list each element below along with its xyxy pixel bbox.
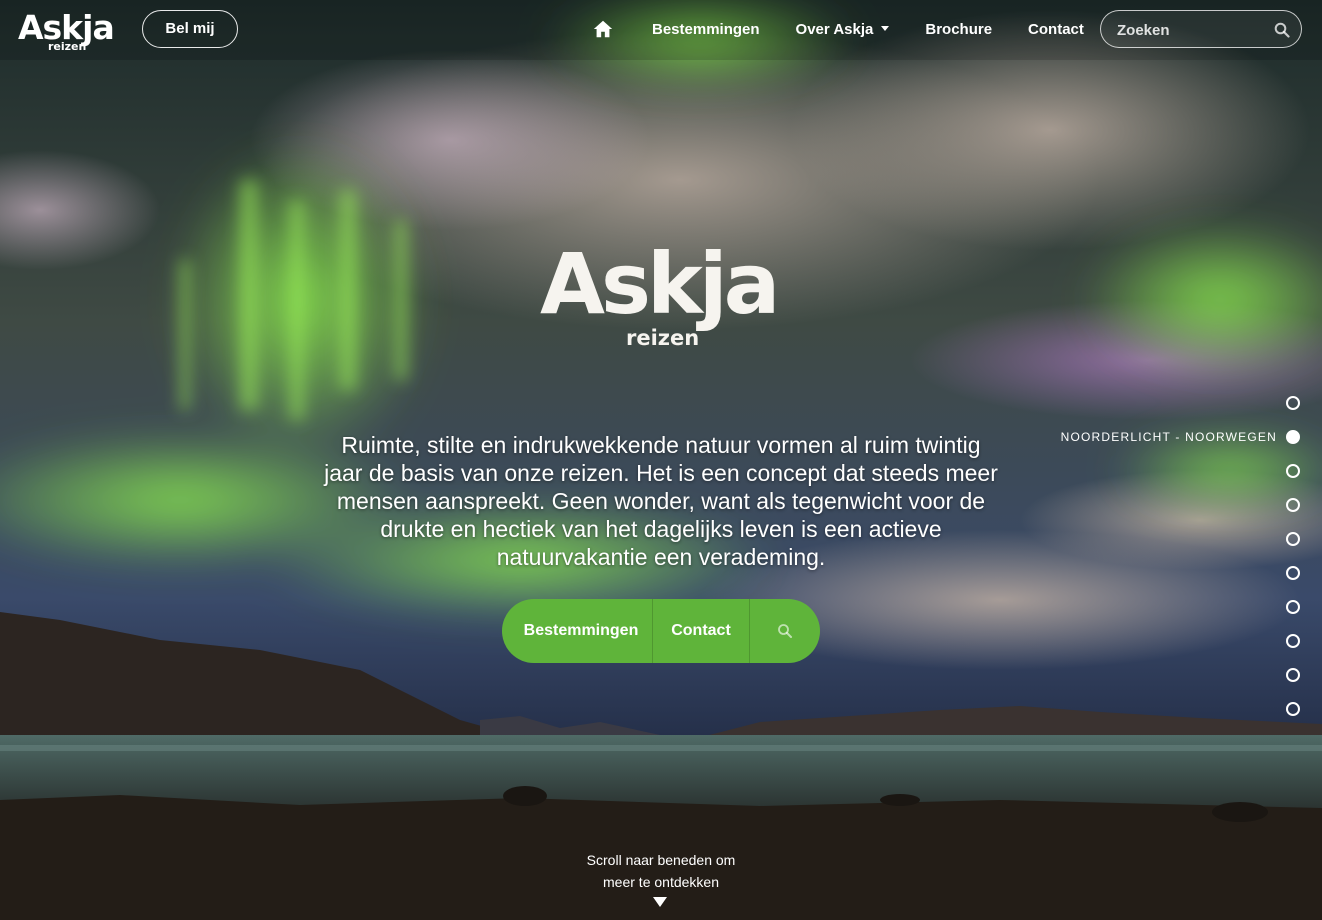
slide-dot[interactable] — [1286, 668, 1300, 682]
nav-item-contact[interactable]: Contact — [1028, 21, 1084, 38]
nav-item-over-askja[interactable]: Over Askja — [796, 21, 890, 38]
hero-logo-wordmark: Askja — [540, 235, 780, 333]
scroll-hint-line1: Scroll naar beneden om — [586, 852, 736, 868]
nav-label: Bestemmingen — [652, 20, 760, 38]
nav-label: Contact — [1028, 20, 1084, 38]
logo-subtitle: reizen — [48, 40, 87, 53]
search-box — [1100, 10, 1302, 48]
site-logo[interactable]: Askja reizen — [18, 8, 115, 54]
slide-dot[interactable] — [1286, 702, 1300, 716]
slide-dot[interactable] — [1286, 600, 1300, 614]
call-me-button[interactable]: Bel mij — [142, 10, 238, 48]
hero-logo: Askja reizen — [540, 236, 790, 356]
chevron-down-icon — [881, 26, 890, 31]
cta-contact-button[interactable]: Contact — [653, 599, 750, 663]
search-icon — [778, 624, 792, 638]
slide-dot[interactable] — [1286, 396, 1300, 410]
slide-dot[interactable] — [1286, 532, 1300, 546]
active-slide-label: NOORDERLICHT - NOORWEGEN — [1060, 430, 1277, 444]
search-icon[interactable] — [1274, 22, 1290, 38]
hero: Askja reizen Bel mij Bestemmingen Over A… — [0, 0, 1322, 920]
search-input[interactable] — [1115, 18, 1269, 42]
scroll-hint-line2: meer te ontdekken — [603, 874, 719, 890]
nav-item-brochure[interactable]: Brochure — [925, 21, 992, 38]
slide-dot[interactable] — [1286, 566, 1300, 580]
hero-logo-subtitle: reizen — [626, 326, 700, 350]
nav-label: Brochure — [925, 20, 993, 38]
arrow-down-icon[interactable] — [653, 897, 667, 907]
slide-dot[interactable] — [1286, 498, 1300, 512]
scroll-hint: Scroll naar beneden om meer te ontdekken — [561, 849, 761, 893]
cta-button-group: Bestemmingen Contact — [502, 599, 820, 663]
cta-search-button[interactable] — [750, 599, 820, 663]
slide-dot[interactable] — [1286, 464, 1300, 478]
hero-intro-text: Ruimte, stilte en indrukwekkende natuur … — [324, 432, 998, 570]
cta-destinations-button[interactable]: Bestemmingen — [502, 599, 653, 663]
nav-item-bestemmingen[interactable]: Bestemmingen — [652, 21, 760, 38]
slide-dot[interactable] — [1286, 430, 1300, 444]
nav-label: Over Askja — [795, 20, 874, 38]
main-nav: Bestemmingen Over Askja Brochure Contact — [590, 11, 1120, 47]
slide-dot[interactable] — [1286, 634, 1300, 648]
home-icon[interactable] — [592, 18, 614, 40]
